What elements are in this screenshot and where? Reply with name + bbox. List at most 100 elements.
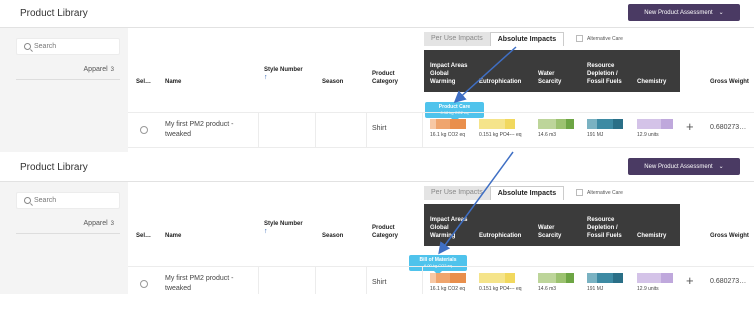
- col-product-category[interactable]: Product Category: [372, 50, 412, 92]
- search-icon: [24, 197, 31, 204]
- chemistry-value: 12.9 units: [637, 286, 659, 292]
- col-style-number-label: Style Number: [264, 221, 303, 227]
- col-gross-weight[interactable]: Gross Weight: [710, 50, 750, 92]
- impact-mode-toggle: Per Use Impacts Absolute Impacts: [424, 186, 565, 200]
- product-table: Per Use Impacts Absolute Impacts Alterna…: [128, 182, 754, 294]
- column-divider: [258, 267, 259, 294]
- chevron-down-icon: ⌄: [718, 10, 724, 16]
- col-global-warming[interactable]: Impact Areas Global Warming: [430, 204, 468, 246]
- chemistry-bar[interactable]: [637, 119, 673, 129]
- col-name[interactable]: Name: [165, 204, 225, 246]
- alternative-care-checkbox[interactable]: [576, 189, 583, 196]
- product-name-link[interactable]: My first PM2 product - tweaked: [165, 120, 260, 140]
- column-divider: [315, 113, 316, 147]
- filter-label: Apparel: [83, 66, 108, 73]
- search-placeholder: Search: [34, 197, 57, 204]
- col-season[interactable]: Season: [322, 50, 362, 92]
- search-icon: [24, 43, 31, 50]
- filter-sidebar: Search Apparel 3: [0, 28, 128, 152]
- col-resource-depletion[interactable]: Resource Depletion / Fossil Fuels: [587, 204, 633, 246]
- table-row[interactable]: My first PM2 product - tweaked Shirt 16.…: [128, 112, 754, 148]
- app-title: Product Library: [20, 162, 88, 173]
- resource-depletion-bar[interactable]: [587, 273, 623, 283]
- col-product-category[interactable]: Product Category: [372, 204, 412, 246]
- col-select[interactable]: Sel…: [136, 204, 158, 246]
- chemistry-bar[interactable]: [637, 273, 673, 283]
- global-warming-bar[interactable]: [430, 119, 466, 129]
- col-global-warming[interactable]: Impact Areas Global Warming: [430, 50, 468, 92]
- gross-weight-value: 0.680273…: [710, 124, 747, 131]
- col-style-number[interactable]: Style Number ↑: [264, 50, 310, 92]
- col-chemistry[interactable]: Chemistry: [637, 204, 677, 246]
- col-chemistry[interactable]: Chemistry: [637, 50, 677, 92]
- tab-per-use-impacts[interactable]: Per Use Impacts: [424, 32, 490, 46]
- tab-per-use-impacts[interactable]: Per Use Impacts: [424, 186, 490, 200]
- col-select[interactable]: Sel…: [136, 50, 158, 92]
- product-table: Per Use Impacts Absolute Impacts Alterna…: [128, 28, 754, 152]
- product-name-link[interactable]: My first PM2 product - tweaked: [165, 274, 260, 294]
- category-filter-apparel[interactable]: Apparel 3: [16, 220, 120, 234]
- column-divider: [366, 267, 367, 294]
- alternative-care-checkbox[interactable]: [576, 35, 583, 42]
- global-warming-value: 16.1 kg CO2 eq: [430, 286, 466, 292]
- add-icon[interactable]: +: [686, 273, 694, 288]
- column-divider: [315, 267, 316, 294]
- col-style-number-label: Style Number: [264, 67, 303, 73]
- col-name[interactable]: Name: [165, 50, 225, 92]
- alternative-care-label: Alternative Care: [587, 189, 623, 196]
- chemistry-value: 12.9 units: [637, 132, 659, 138]
- search-input[interactable]: Search: [16, 38, 120, 55]
- product-category: Shirt: [372, 279, 387, 286]
- top-bar: Product Library New Product Assessment ⌄: [0, 154, 754, 182]
- chevron-down-icon: ⌄: [718, 164, 724, 170]
- row-select-radio[interactable]: [140, 280, 148, 288]
- water-scarcity-value: 14.6 m3: [538, 286, 557, 292]
- new-product-assessment-button[interactable]: New Product Assessment ⌄: [628, 158, 740, 175]
- add-icon[interactable]: +: [686, 119, 694, 134]
- search-input[interactable]: Search: [16, 192, 120, 209]
- column-divider: [366, 113, 367, 147]
- global-warming-value: 16.1 kg CO2 eq: [430, 132, 466, 138]
- col-gross-weight[interactable]: Gross Weight: [710, 204, 750, 246]
- water-scarcity-bar[interactable]: [538, 273, 574, 283]
- col-eutrophication[interactable]: Eutrophication: [479, 50, 529, 92]
- col-eutrophication[interactable]: Eutrophication: [479, 204, 529, 246]
- gross-weight-value: 0.680273…: [710, 278, 747, 285]
- sort-arrow-up-icon[interactable]: ↑: [264, 74, 303, 82]
- filter-sidebar: Search Apparel 3: [0, 182, 128, 294]
- table-row[interactable]: My first PM2 product - tweaked Shirt 16.…: [128, 266, 754, 294]
- alternative-care-toggle[interactable]: Alternative Care: [576, 189, 623, 196]
- row-select-radio[interactable]: [140, 126, 148, 134]
- new-product-assessment-button[interactable]: New Product Assessment ⌄: [628, 4, 740, 21]
- top-bar: Product Library New Product Assessment ⌄: [0, 0, 754, 28]
- eutrophication-bar[interactable]: [479, 273, 515, 283]
- col-season[interactable]: Season: [322, 204, 362, 246]
- resource-depletion-value: 191 MJ: [587, 132, 604, 138]
- filter-count: 3: [110, 67, 114, 73]
- column-divider: [422, 113, 423, 147]
- column-divider: [258, 113, 259, 147]
- eutrophication-value: 0.151 kg PO4--- eq: [479, 286, 522, 292]
- app-title: Product Library: [20, 8, 88, 19]
- col-water-scarcity[interactable]: Water Scarcity: [538, 50, 574, 92]
- global-warming-bar[interactable]: [430, 273, 466, 283]
- alternative-care-label: Alternative Care: [587, 35, 623, 42]
- col-water-scarcity[interactable]: Water Scarcity: [538, 204, 574, 246]
- resource-depletion-value: 191 MJ: [587, 286, 604, 292]
- eutrophication-bar[interactable]: [479, 119, 515, 129]
- col-style-number[interactable]: Style Number ↑: [264, 204, 310, 246]
- product-category: Shirt: [372, 125, 387, 132]
- tab-absolute-impacts[interactable]: Absolute Impacts: [489, 186, 565, 200]
- col-resource-depletion[interactable]: Resource Depletion / Fossil Fuels: [587, 50, 633, 92]
- product-library-screen-2: Product Library New Product Assessment ⌄…: [0, 154, 754, 294]
- search-placeholder: Search: [34, 43, 57, 50]
- eutrophication-value: 0.151 kg PO4--- eq: [479, 132, 522, 138]
- resource-depletion-bar[interactable]: [587, 119, 623, 129]
- column-divider: [422, 267, 423, 294]
- sort-arrow-up-icon[interactable]: ↑: [264, 228, 303, 236]
- alternative-care-toggle[interactable]: Alternative Care: [576, 35, 623, 42]
- water-scarcity-bar[interactable]: [538, 119, 574, 129]
- tab-absolute-impacts[interactable]: Absolute Impacts: [489, 32, 565, 46]
- category-filter-apparel[interactable]: Apparel 3: [16, 66, 120, 80]
- filter-count: 3: [110, 221, 114, 227]
